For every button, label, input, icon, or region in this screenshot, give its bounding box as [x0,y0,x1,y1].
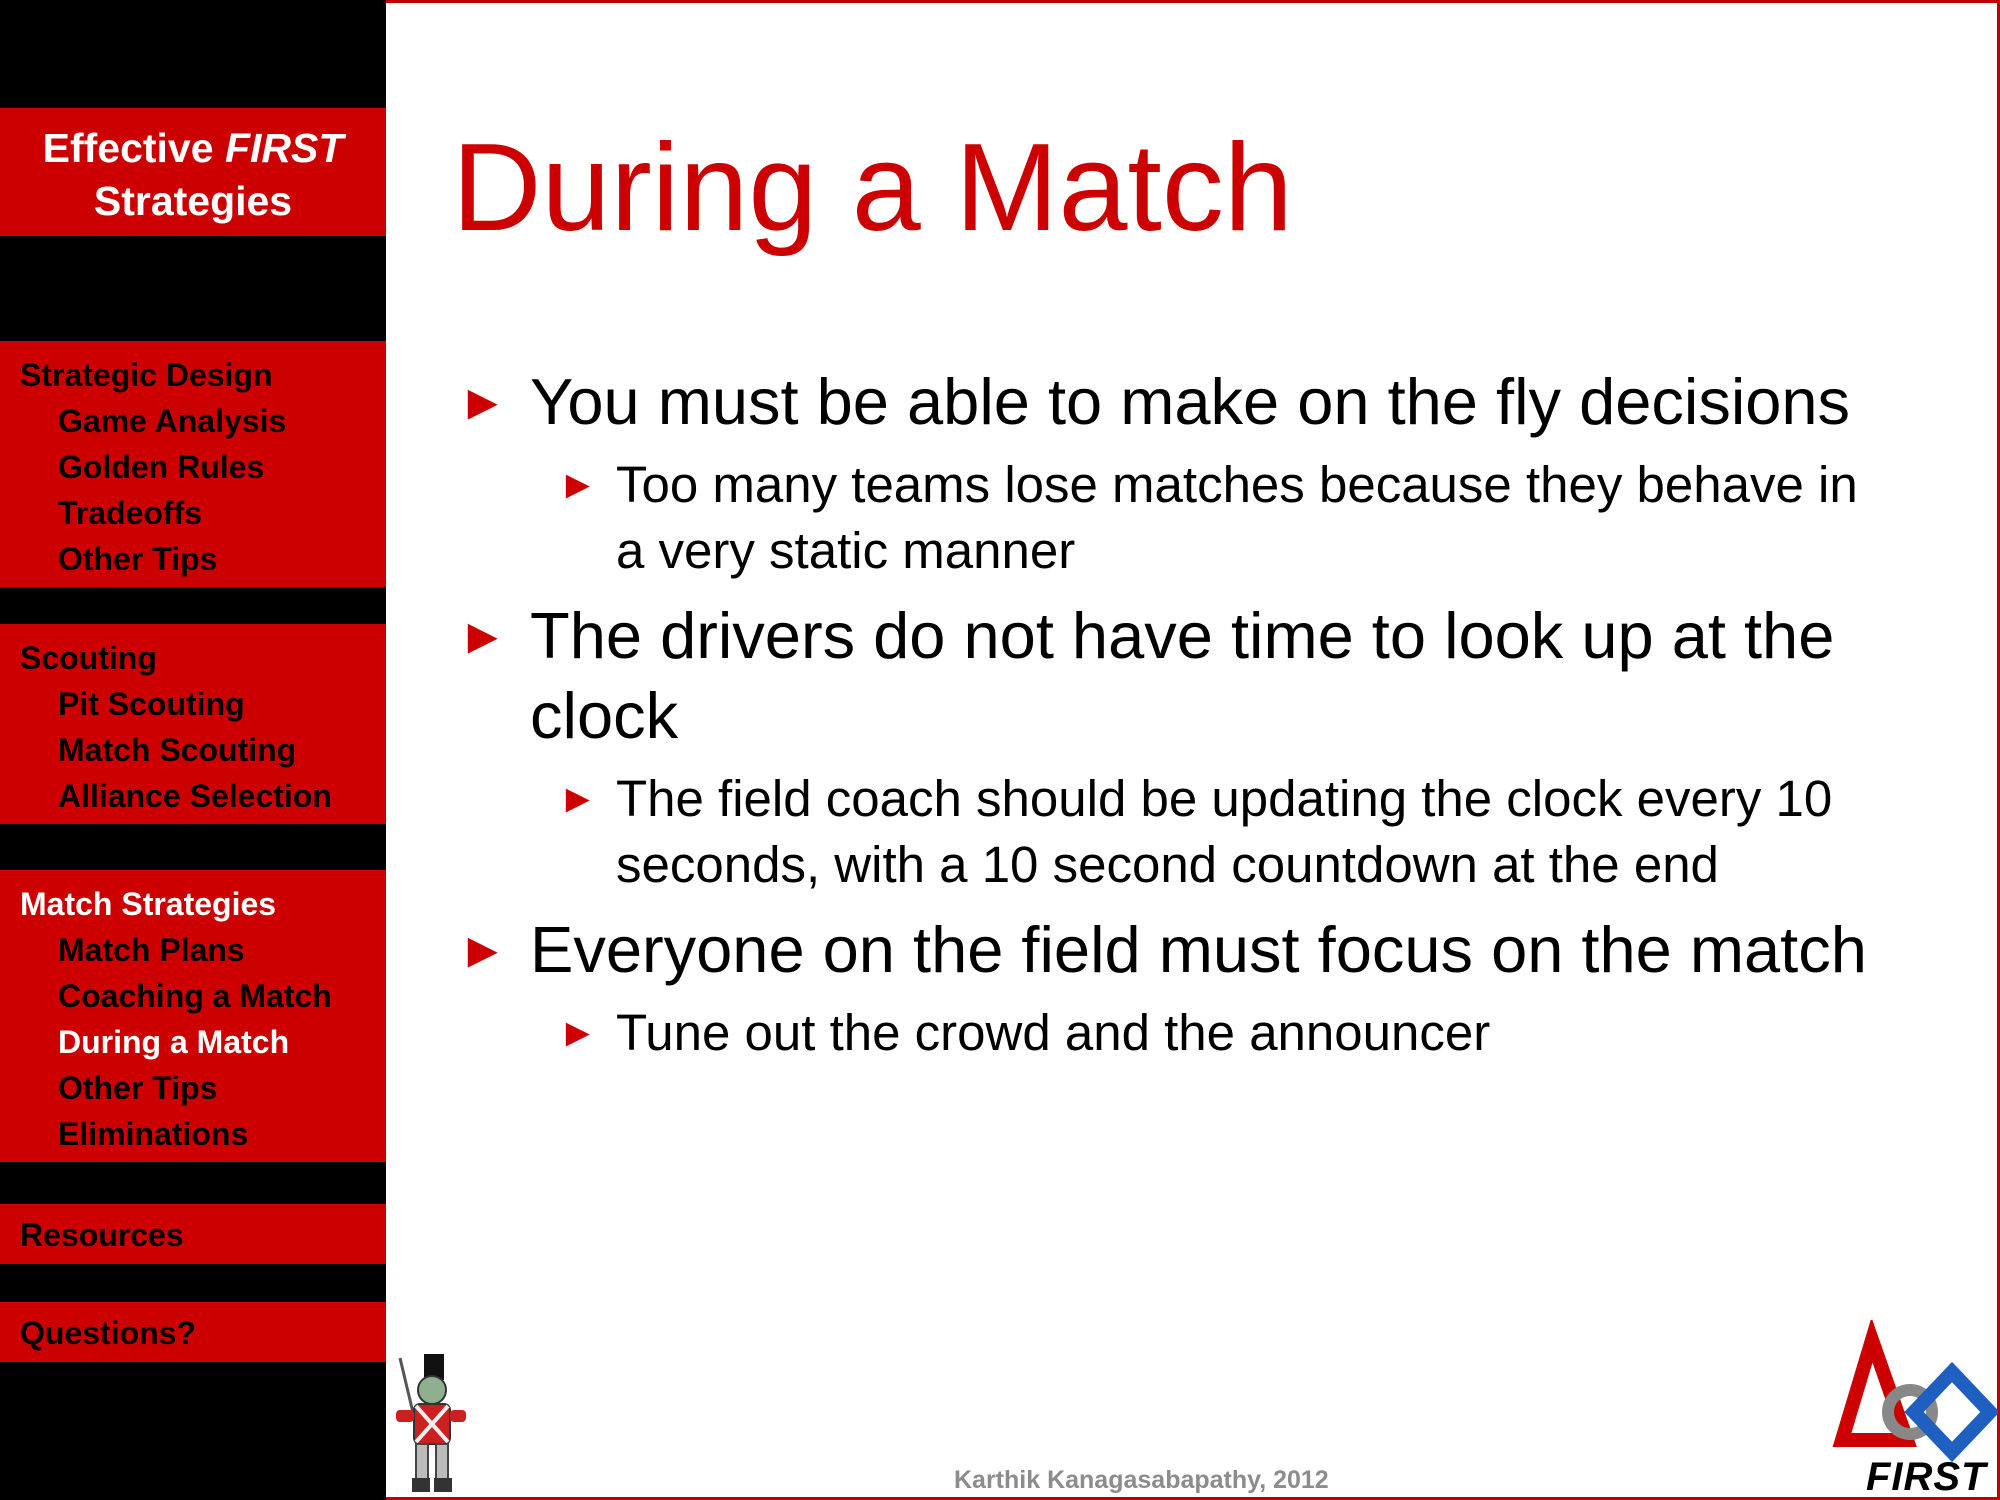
sidebar-item-during-a-match[interactable]: During a Match [0,1019,386,1065]
sidebar-title-suffix: Strategies [93,178,293,224]
sub-bullet-arrow-icon: ► [558,1011,598,1055]
sidebar-item-other-tips-match[interactable]: Other Tips [0,1065,386,1111]
bullet-list: ► You must be able to make on the fly de… [458,362,1878,1066]
sub-bullet-item: ► Too many teams lose matches because th… [458,452,1878,584]
sub-bullet-item: ► The field coach should be updating the… [458,766,1878,898]
bullet-arrow-icon: ► [458,374,508,430]
sidebar-item-match-plans[interactable]: Match Plans [0,927,386,973]
sub-bullet-text: Tune out the crowd and the announcer [616,1004,1491,1061]
sidebar-title-first: FIRST [224,125,344,171]
sidebar-section-scouting: Scouting Pit Scouting Match Scouting All… [0,624,386,824]
sidebar-item-other-tips[interactable]: Other Tips [0,536,386,582]
sidebar-item-eliminations[interactable]: Eliminations [0,1111,386,1157]
sub-bullet-text: The field coach should be updating the c… [616,770,1833,893]
bullet-item: ► The drivers do not have time to look u… [458,596,1878,756]
sidebar-heading-strategic-design[interactable]: Strategic Design [0,352,386,398]
first-logo-text: FIRST [1866,1455,1987,1499]
sidebar-item-pit-scouting[interactable]: Pit Scouting [0,681,386,727]
bullet-text: You must be able to make on the fly deci… [530,365,1851,438]
sidebar-item-tradeoffs[interactable]: Tradeoffs [0,490,386,536]
bullet-text: The drivers do not have time to look up … [530,599,1835,752]
sidebar-title: Effective FIRST Strategies [0,108,386,236]
sidebar-heading-match-strategies[interactable]: Match Strategies [0,881,386,927]
sidebar-item-match-scouting[interactable]: Match Scouting [0,727,386,773]
sub-bullet-arrow-icon: ► [558,777,598,821]
sidebar-heading-questions[interactable]: Questions? [0,1310,386,1356]
robot-mascot-icon [396,1354,466,1492]
sidebar-section-resources: Resources [0,1204,386,1264]
slide-title: During a Match [452,119,1293,257]
sidebar-section-questions: Questions? [0,1302,386,1362]
sub-bullet-text: Too many teams lose matches because they… [616,456,1858,579]
bullet-item: ► You must be able to make on the fly de… [458,362,1878,442]
sidebar-item-coaching-a-match[interactable]: Coaching a Match [0,973,386,1019]
sidebar-section-strategic-design: Strategic Design Game Analysis Golden Ru… [0,341,386,587]
footer-author: Karthik Kanagasabapathy, 2012 [954,1466,1329,1494]
sidebar-title-prefix: Effective [42,125,225,171]
bullet-item: ► Everyone on the field must focus on th… [458,910,1878,990]
sidebar-heading-resources[interactable]: Resources [0,1212,386,1258]
sidebar-item-golden-rules[interactable]: Golden Rules [0,444,386,490]
sidebar-item-alliance-selection[interactable]: Alliance Selection [0,773,386,819]
bullet-arrow-icon: ► [458,608,508,664]
sidebar-heading-scouting[interactable]: Scouting [0,635,386,681]
sub-bullet-item: ► Tune out the crowd and the announcer [458,1000,1878,1066]
bullet-arrow-icon: ► [458,922,508,978]
sub-bullet-arrow-icon: ► [558,463,598,507]
sidebar: Effective FIRST Strategies Strategic Des… [0,0,386,1500]
bullet-text: Everyone on the field must focus on the … [530,913,1867,986]
sidebar-item-game-analysis[interactable]: Game Analysis [0,398,386,444]
sidebar-section-match-strategies: Match Strategies Match Plans Coaching a … [0,870,386,1162]
